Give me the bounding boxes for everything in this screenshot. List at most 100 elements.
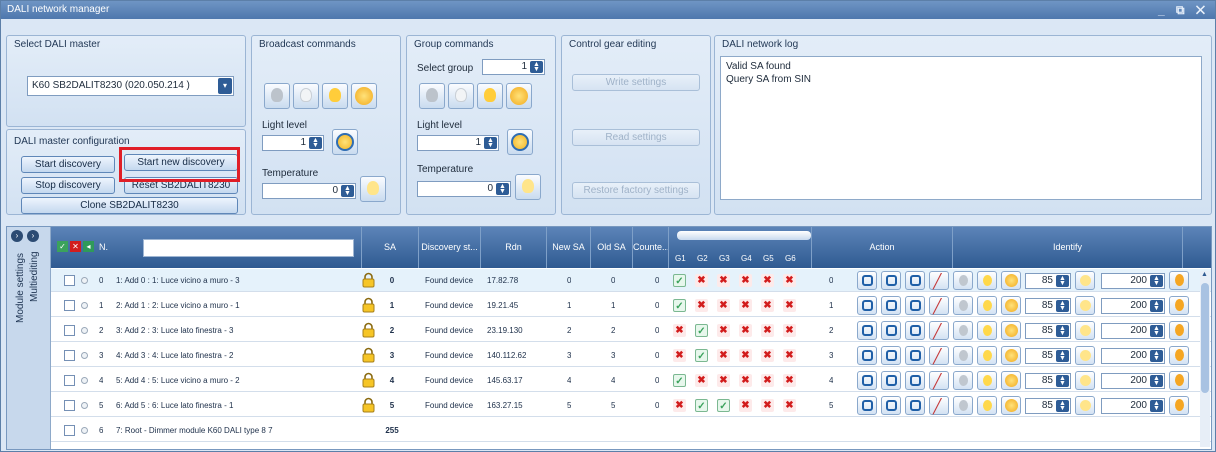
send-temperature-icon[interactable] (1169, 371, 1189, 390)
row-checkbox[interactable] (64, 300, 75, 311)
clone-master-button[interactable]: Clone SB2DALIT8230 (21, 197, 238, 214)
table-row[interactable]: 4 5: Add 4 : 5: Luce vicino a muro - 2 4 Fo… (51, 369, 1211, 392)
group-lamp-off-icon[interactable] (419, 83, 445, 109)
glasses-icon[interactable] (905, 346, 925, 365)
group-2-toggle[interactable]: ✓ (695, 399, 708, 412)
lamp-off-icon[interactable] (953, 346, 973, 365)
stepper-arrows-icon[interactable]: ▲ ▼ (1150, 350, 1163, 362)
table-row[interactable]: 6 7: Root - Dimmer module K60 DALI type 8… (51, 419, 1211, 442)
row-checkbox[interactable] (64, 425, 75, 436)
group-3-toggle[interactable]: ✖ (717, 374, 730, 387)
glasses-icon[interactable] (905, 371, 925, 390)
lock-icon[interactable] (362, 272, 375, 288)
stepper-arrows-icon[interactable]: ▲ ▼ (1056, 375, 1069, 387)
group-1-toggle[interactable]: ✓ (673, 299, 686, 312)
stepper-arrows-icon[interactable]: ▲ ▼ (309, 137, 322, 149)
group-3-toggle[interactable]: ✖ (717, 274, 730, 287)
group-5-toggle[interactable]: ✖ (761, 374, 774, 387)
stepper-arrows-icon[interactable]: ▲ ▼ (1150, 375, 1163, 387)
broadcast-light-stepper[interactable]: 1 ▲ ▼ (262, 135, 324, 151)
row-checkbox[interactable] (64, 375, 75, 386)
send-temperature-icon[interactable] (1169, 346, 1189, 365)
lock-icon[interactable] (362, 347, 375, 363)
stepper-arrows-icon[interactable]: ▲ ▼ (1056, 275, 1069, 287)
group-4-toggle[interactable]: ✖ (739, 399, 752, 412)
table-row[interactable]: 0 1: Add 0 : 1: Luce vicino a muro - 3 0 Fo… (51, 269, 1211, 292)
lamp-max-icon[interactable] (977, 271, 997, 290)
identify-level-stepper[interactable]: 85 ▲ ▼ (1025, 273, 1071, 289)
send-level-icon[interactable] (1075, 321, 1095, 340)
group-6-toggle[interactable]: ✖ (783, 374, 796, 387)
group-1-toggle[interactable]: ✖ (673, 324, 686, 337)
stepper-arrows-icon[interactable]: ▲ ▼ (1056, 300, 1069, 312)
lamp-on-icon[interactable] (1001, 396, 1021, 415)
lamp-max-icon[interactable] (322, 83, 348, 109)
identify-temperature-stepper[interactable]: 200 ▲ ▼ (1101, 348, 1165, 364)
identify-temperature-stepper[interactable]: 200 ▲ ▼ (1101, 373, 1165, 389)
group-4-toggle[interactable]: ✖ (739, 349, 752, 362)
chevron-down-icon[interactable]: ▾ (218, 78, 232, 94)
group-1-toggle[interactable]: ✖ (673, 349, 686, 362)
glasses-icon[interactable] (905, 321, 925, 340)
lamp-off-icon[interactable] (953, 396, 973, 415)
stepper-arrows-icon[interactable]: ▲ ▼ (1056, 325, 1069, 337)
lamp-off-icon[interactable] (264, 83, 290, 109)
stepper-arrows-icon[interactable]: ▲ ▼ (1150, 400, 1163, 412)
group-temp-stepper[interactable]: 0 ▲ ▼ (417, 181, 511, 197)
identify-level-stepper[interactable]: 85 ▲ ▼ (1025, 298, 1071, 314)
group-2-toggle[interactable]: ✖ (695, 374, 708, 387)
expand-icon[interactable]: › (11, 230, 23, 242)
group-2-toggle[interactable]: ✖ (695, 299, 708, 312)
group-4-toggle[interactable]: ✖ (739, 274, 752, 287)
row-checkbox[interactable] (64, 400, 75, 411)
stepper-arrows-icon[interactable]: ▲ ▼ (1150, 325, 1163, 337)
group-4-toggle[interactable]: ✖ (739, 299, 752, 312)
group-5-toggle[interactable]: ✖ (761, 274, 774, 287)
stepper-arrows-icon[interactable]: ▲ ▼ (496, 183, 509, 195)
table-row[interactable]: 3 4: Add 3 : 4: Luce lato finestra - 2 3 Fo… (51, 344, 1211, 367)
lock-icon[interactable] (362, 297, 375, 313)
address-icon[interactable] (857, 321, 877, 340)
edit-icon[interactable]: ╱ (929, 346, 949, 365)
multiediting-tab[interactable]: Multiediting (29, 251, 40, 302)
identify-temperature-stepper[interactable]: 200 ▲ ▼ (1101, 323, 1165, 339)
edit-icon[interactable]: ╱ (929, 271, 949, 290)
home-icon[interactable] (881, 321, 901, 340)
identify-temperature-stepper[interactable]: 200 ▲ ▼ (1101, 273, 1165, 289)
edit-icon[interactable]: ╱ (929, 396, 949, 415)
table-row[interactable]: 5 6: Add 5 : 6: Luce lato finestra - 1 5 Fo… (51, 394, 1211, 417)
lamp-min-icon[interactable] (293, 83, 319, 109)
send-light-icon[interactable] (332, 129, 358, 155)
identify-level-stepper[interactable]: 85 ▲ ▼ (1025, 348, 1071, 364)
edit-icon[interactable]: ╱ (929, 321, 949, 340)
uncheck-all-icon[interactable]: ✕ (70, 241, 81, 252)
identify-temperature-stepper[interactable]: 200 ▲ ▼ (1101, 398, 1165, 414)
group-5-toggle[interactable]: ✖ (761, 349, 774, 362)
group-3-toggle[interactable]: ✓ (717, 399, 730, 412)
send-level-icon[interactable] (1075, 396, 1095, 415)
group-lamp-min-icon[interactable] (448, 83, 474, 109)
stop-discovery-button[interactable]: Stop discovery (21, 177, 115, 194)
broadcast-temp-stepper[interactable]: 0 ▲ ▼ (262, 183, 356, 199)
restore-factory-button[interactable]: Restore factory settings (572, 182, 700, 199)
group-2-toggle[interactable]: ✓ (695, 324, 708, 337)
send-temperature-icon[interactable] (1169, 271, 1189, 290)
glasses-icon[interactable] (905, 271, 925, 290)
row-checkbox[interactable] (64, 350, 75, 361)
send-level-icon[interactable] (1075, 296, 1095, 315)
group-6-toggle[interactable]: ✖ (783, 274, 796, 287)
row-checkbox[interactable] (64, 275, 75, 286)
lamp-off-icon[interactable] (953, 371, 973, 390)
group-3-toggle[interactable]: ✖ (717, 349, 730, 362)
group-send-temperature-icon[interactable] (515, 174, 541, 200)
edit-icon[interactable]: ╱ (929, 296, 949, 315)
write-settings-button[interactable]: Write settings (572, 74, 700, 91)
lamp-max-icon[interactable] (977, 396, 997, 415)
lamp-max-icon[interactable] (977, 371, 997, 390)
row-checkbox[interactable] (64, 325, 75, 336)
address-icon[interactable] (857, 396, 877, 415)
stepper-arrows-icon[interactable]: ▲ ▼ (1056, 400, 1069, 412)
stepper-arrows-icon[interactable]: ▲ ▼ (530, 61, 543, 73)
address-icon[interactable] (857, 271, 877, 290)
lamp-on-icon[interactable] (1001, 296, 1021, 315)
